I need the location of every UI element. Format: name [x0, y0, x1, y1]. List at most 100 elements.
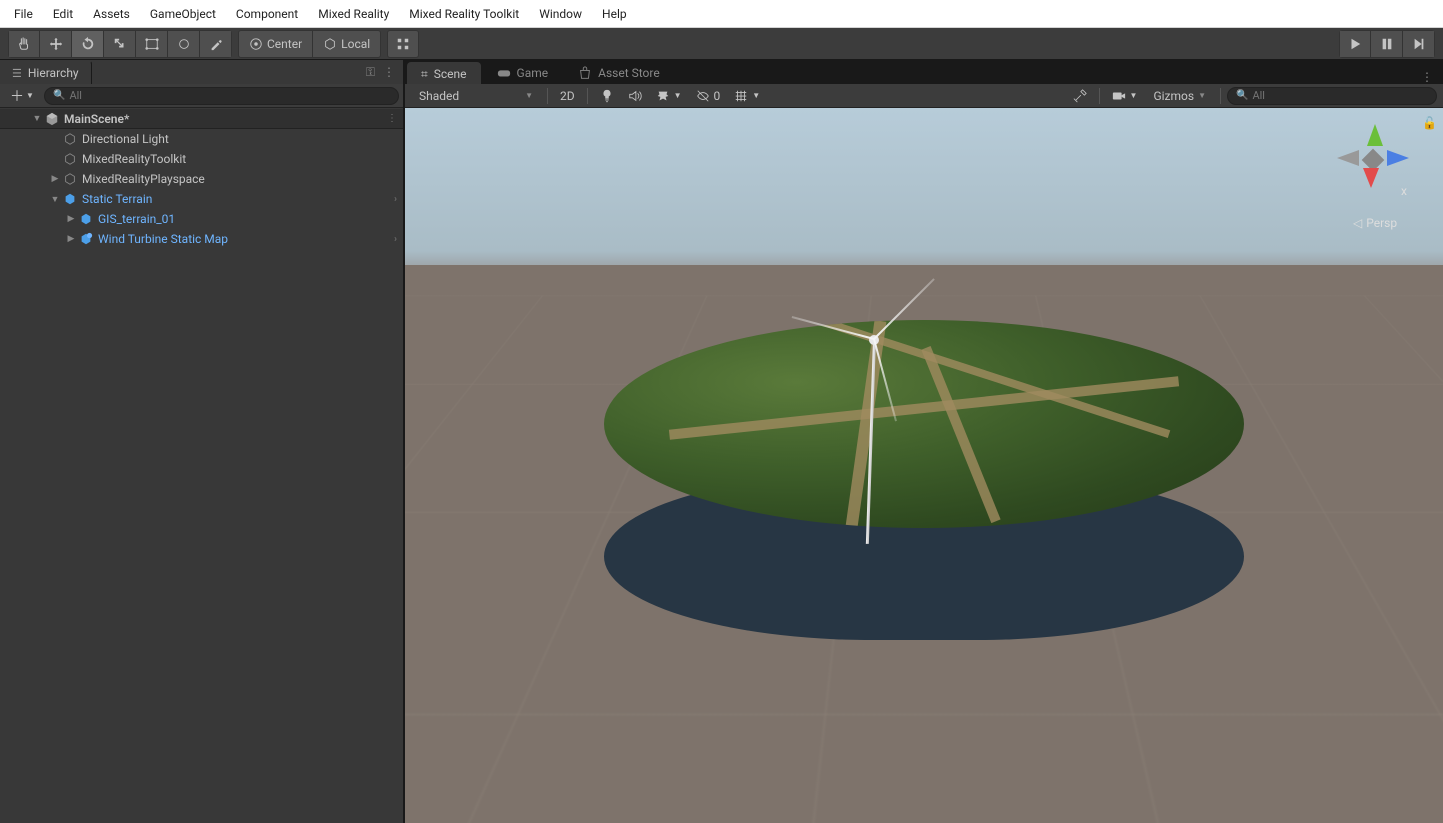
menu-edit[interactable]: Edit: [43, 3, 83, 25]
menu-gameobject[interactable]: GameObject: [140, 3, 226, 25]
scene-search-input[interactable]: [1252, 89, 1428, 102]
prefab-variant-icon: [78, 231, 94, 247]
expand-arrow-icon[interactable]: ▼: [30, 113, 44, 124]
pivot-label: Center: [267, 37, 302, 51]
lock-panel-icon[interactable]: ⚿: [366, 65, 375, 80]
bag-icon: [578, 66, 592, 80]
hierarchy-tree: ▼ MainScene* ⋮ Directional Light MixedRe…: [0, 108, 403, 823]
terrain-mesh: [604, 320, 1244, 640]
custom-tool[interactable]: [200, 30, 232, 58]
tree-item-label: MixedRealityToolkit: [82, 152, 186, 166]
scene-camera-dropdown[interactable]: ▼: [1106, 86, 1144, 106]
main-toolbar: Center Local: [0, 28, 1443, 60]
tab-label: Asset Store: [598, 66, 660, 80]
gameobject-icon: [62, 171, 78, 187]
tree-item-label: GIS_terrain_01: [98, 212, 175, 226]
tree-item-static-terrain[interactable]: ▼ Static Terrain ›: [0, 189, 403, 209]
gizmos-label: Gizmos: [1153, 89, 1194, 103]
projection-toggle[interactable]: ◁Persp: [1353, 216, 1397, 230]
scene-search[interactable]: 🔍: [1227, 87, 1437, 105]
orientation-gizmo[interactable]: x ◁Persp: [1323, 122, 1423, 242]
tab-asset-store[interactable]: Asset Store: [564, 62, 674, 84]
gamepad-icon: [497, 66, 511, 80]
scene-context-icon[interactable]: ⋮: [387, 113, 397, 124]
scene-name: MainScene*: [64, 112, 129, 126]
snap-toggle[interactable]: [387, 30, 419, 58]
prefab-icon: [62, 191, 78, 207]
tree-item-gis-terrain[interactable]: ▶ GIS_terrain_01: [0, 209, 403, 229]
menu-assets[interactable]: Assets: [83, 3, 140, 25]
shading-mode-dropdown[interactable]: Shaded ▼: [411, 86, 541, 106]
scene-visibility-toggle[interactable]: 0: [690, 86, 727, 106]
pivot-mode-toggle[interactable]: Center: [238, 30, 313, 58]
play-button[interactable]: [1339, 30, 1371, 58]
tree-item-wind-turbine[interactable]: ▶ Wind Turbine Static Map ›: [0, 229, 403, 249]
menu-help[interactable]: Help: [592, 3, 637, 25]
scene-lighting-toggle[interactable]: [594, 86, 620, 106]
panel-menu-icon[interactable]: ⋮: [383, 65, 395, 80]
rotate-tool[interactable]: [72, 30, 104, 58]
tab-game[interactable]: Game: [483, 62, 563, 84]
scene-toolbar: Shaded ▼ 2D ▼ 0 ▼ ▼ Gizmos ▼ 🔍: [405, 84, 1443, 108]
scene-fx-dropdown[interactable]: ▼: [650, 86, 688, 106]
toggle-2d[interactable]: 2D: [554, 86, 581, 106]
create-dropdown[interactable]: ＋ ▼: [4, 86, 40, 106]
unity-logo-icon: [44, 111, 60, 127]
viewport-panel: ⌗ Scene Game Asset Store ⋮ Shaded ▼ 2D: [405, 60, 1443, 823]
search-icon: 🔍: [1236, 90, 1248, 101]
scene-audio-toggle[interactable]: [622, 86, 648, 106]
expand-arrow-icon[interactable]: ▼: [48, 194, 62, 205]
expand-arrow-icon[interactable]: ▶: [48, 174, 62, 184]
tree-item-mrtk[interactable]: MixedRealityToolkit: [0, 149, 403, 169]
transform-tools: [8, 30, 232, 58]
hierarchy-toolbar: ＋ ▼ 🔍: [0, 84, 403, 108]
menu-component[interactable]: Component: [226, 3, 308, 25]
menu-window[interactable]: Window: [529, 3, 592, 25]
axis-z-icon[interactable]: [1387, 150, 1409, 166]
handle-mode-toggle[interactable]: Local: [312, 30, 381, 58]
tree-item-label: Static Terrain: [82, 192, 152, 206]
tab-label: Scene: [434, 67, 467, 81]
prefab-icon: [78, 211, 94, 227]
hand-tool[interactable]: [8, 30, 40, 58]
move-tool[interactable]: [40, 30, 72, 58]
hierarchy-tab[interactable]: ☰ Hierarchy: [0, 60, 92, 84]
transform-tool[interactable]: [168, 30, 200, 58]
scene-tab-icon: ⌗: [421, 67, 428, 82]
expand-arrow-icon[interactable]: ▶: [64, 214, 78, 224]
center-icon: [249, 37, 263, 51]
menu-file[interactable]: File: [4, 3, 43, 25]
scene-tools-icon[interactable]: [1067, 86, 1093, 106]
tree-item-directional-light[interactable]: Directional Light: [0, 129, 403, 149]
axis-neg-icon[interactable]: [1337, 150, 1359, 166]
scene-lock-icon[interactable]: 🔓: [1422, 116, 1437, 130]
hierarchy-icon: ☰: [12, 67, 22, 80]
scene-view[interactable]: 🔓 x ◁Persp: [405, 108, 1443, 823]
rect-tool[interactable]: [136, 30, 168, 58]
hierarchy-search[interactable]: 🔍: [44, 87, 399, 105]
menubar: File Edit Assets GameObject Component Mi…: [0, 0, 1443, 28]
viewport-tabs: ⌗ Scene Game Asset Store ⋮: [405, 60, 1443, 84]
handle-label: Local: [341, 37, 370, 51]
menu-mrtk[interactable]: Mixed Reality Toolkit: [399, 3, 529, 25]
scene-row[interactable]: ▼ MainScene* ⋮: [0, 109, 403, 129]
scale-tool[interactable]: [104, 30, 136, 58]
menu-mixedreality[interactable]: Mixed Reality: [308, 3, 399, 25]
tree-item-playspace[interactable]: ▶ MixedRealityPlayspace: [0, 169, 403, 189]
open-prefab-icon[interactable]: ›: [394, 234, 397, 245]
scene-grid-dropdown[interactable]: ▼: [728, 86, 766, 106]
axis-x-icon[interactable]: [1363, 168, 1379, 188]
gizmos-dropdown[interactable]: Gizmos ▼: [1145, 86, 1214, 106]
gameobject-icon: [62, 131, 78, 147]
pause-button[interactable]: [1371, 30, 1403, 58]
expand-arrow-icon[interactable]: ▶: [64, 234, 78, 244]
tab-scene[interactable]: ⌗ Scene: [407, 62, 481, 84]
gameobject-icon: [62, 151, 78, 167]
axis-y-icon[interactable]: [1367, 124, 1383, 146]
viewport-menu-icon[interactable]: ⋮: [1411, 70, 1443, 84]
step-button[interactable]: [1403, 30, 1435, 58]
open-prefab-icon[interactable]: ›: [394, 194, 397, 205]
local-icon: [323, 37, 337, 51]
shading-label: Shaded: [419, 89, 459, 103]
hierarchy-search-input[interactable]: [69, 89, 390, 102]
